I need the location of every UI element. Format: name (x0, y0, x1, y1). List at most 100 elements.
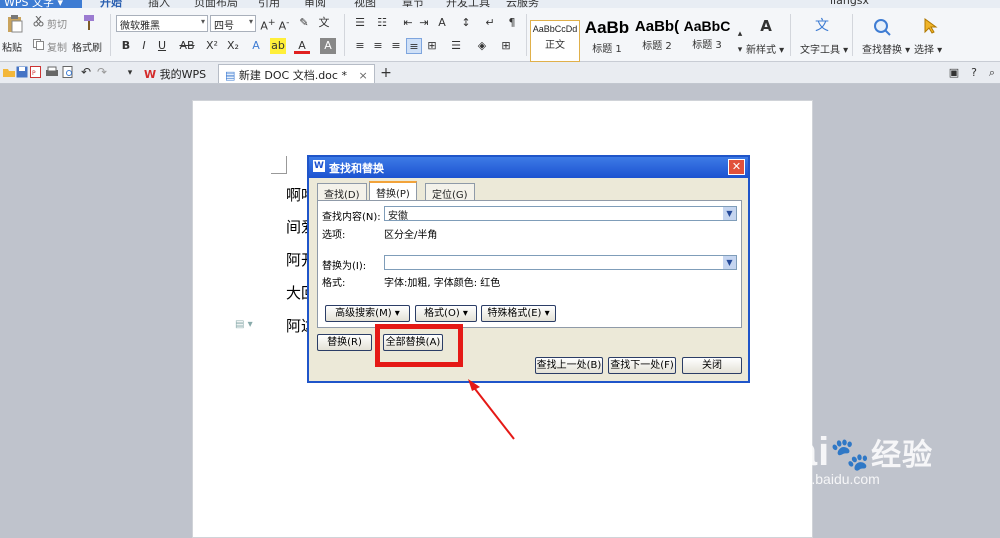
font-family-value: 微软雅黑 (120, 21, 160, 32)
phonetic-icon[interactable]: 文 (316, 15, 332, 31)
font-size-value: 四号 (214, 21, 234, 32)
strikethrough-icon[interactable]: AB (177, 38, 197, 54)
format-painter-icon[interactable] (80, 14, 96, 32)
paste-icon[interactable] (6, 14, 24, 34)
print-preview-icon[interactable] (62, 66, 74, 78)
app-menu-button[interactable]: WPS 文字 ▾ (0, 0, 82, 8)
cut-button[interactable]: 剪切 (47, 16, 67, 31)
new-style-button[interactable]: 新样式 ▾ (746, 41, 784, 56)
print-icon[interactable] (46, 66, 58, 78)
paragraph-mark-icon[interactable]: ¶ (504, 15, 520, 31)
text-tools-icon[interactable]: 文 (814, 18, 830, 34)
open-folder-icon[interactable] (3, 66, 15, 78)
search-icon[interactable]: ⌕ (984, 65, 1000, 81)
paw-icon: 🐾 (830, 436, 872, 472)
font-family-select[interactable]: 微软雅黑 ▾ (116, 15, 208, 32)
font-color-icon[interactable]: A (294, 38, 310, 54)
decrease-indent-icon[interactable]: ⇤ (400, 15, 416, 31)
shrink-font-icon[interactable]: A- (276, 15, 292, 33)
chevron-down-icon[interactable]: ▼ (723, 207, 736, 220)
text-tools-button[interactable]: 文字工具 ▾ (800, 41, 848, 56)
special-format-button[interactable]: 特殊格式(E) ▾ (481, 305, 556, 322)
justify-icon[interactable]: ≡ (406, 38, 422, 54)
style-normal[interactable]: AaBbCcDd 正文 (530, 20, 580, 62)
clear-format-icon[interactable]: ✎ (296, 15, 312, 31)
tab-references[interactable]: 引用 (258, 0, 280, 8)
bold-icon[interactable]: B (118, 38, 134, 54)
new-style-icon[interactable]: A (758, 18, 774, 34)
style-heading-1[interactable]: AaBb 标题 1 (582, 18, 632, 60)
find-next-button[interactable]: 查找下一处(F) (608, 357, 676, 374)
increase-indent-icon[interactable]: ⇥ (416, 15, 432, 31)
select-button[interactable]: 选择 ▾ (914, 41, 942, 56)
close-icon[interactable]: × (358, 69, 367, 82)
redo-icon[interactable]: ↷ (94, 64, 110, 80)
tab-new-doc[interactable]: ▤ 新建 DOC 文档.doc * × (218, 64, 375, 83)
distributed-icon[interactable]: ⊞ (424, 38, 440, 54)
tab-cloud[interactable]: 云服务 (506, 0, 539, 8)
show-marks-icon[interactable]: ↵ (482, 15, 498, 31)
find-input[interactable]: 安徽 ▼ (384, 206, 737, 222)
user-name[interactable]: liangsx (830, 0, 869, 7)
tab-goto[interactable]: 定位(G) (425, 183, 475, 201)
grow-font-icon[interactable]: A+ (260, 15, 276, 33)
find-previous-button[interactable]: 查找上一处(B) (535, 357, 603, 374)
ribbon-tab-strip: WPS 文字 ▾ 开始 插入 页面布局 引用 审阅 视图 章节 开发工具 云服务… (0, 0, 1000, 8)
copy-button[interactable]: 复制 (47, 39, 67, 54)
advanced-search-button[interactable]: 高级搜索(M) ▾ (325, 305, 410, 322)
border-icon[interactable]: ⊞ (498, 38, 514, 54)
style-heading-3[interactable]: AaBbC 标题 3 (682, 18, 732, 60)
line-spacing-icon[interactable]: ☰ (448, 38, 464, 54)
find-replace-button[interactable]: 查找替换 ▾ (862, 41, 910, 56)
tab-view[interactable]: 视图 (354, 0, 376, 8)
asian-layout-icon[interactable]: A (434, 15, 450, 31)
new-tab-button[interactable]: + (378, 65, 394, 81)
tab-chapter[interactable]: 章节 (402, 0, 424, 8)
superscript-icon[interactable]: X² (204, 38, 220, 54)
numbered-list-icon[interactable]: ☷ (374, 15, 390, 31)
sort-icon[interactable]: ↕ (458, 15, 474, 31)
align-left-icon[interactable]: ≡ (352, 38, 368, 54)
shading-icon[interactable]: ◈ (474, 38, 490, 54)
tab-developer[interactable]: 开发工具 (446, 0, 490, 8)
help-icon[interactable]: ? (966, 65, 982, 81)
export-pdf-icon[interactable]: P (30, 66, 42, 78)
tab-review[interactable]: 审阅 (304, 0, 326, 8)
cursor-icon[interactable] (924, 18, 938, 34)
align-center-icon[interactable]: ≡ (370, 38, 386, 54)
chevron-down-icon: ▾ (248, 17, 253, 26)
tab-home[interactable]: 开始 (100, 0, 122, 8)
dialog-close-button[interactable]: ✕ (728, 159, 745, 175)
tab-find[interactable]: 查找(D) (317, 183, 367, 201)
wps-logo-icon: W (144, 68, 157, 81)
tab-page-layout[interactable]: 页面布局 (194, 0, 238, 8)
dialog-titlebar[interactable]: W 查找和替换 ✕ (309, 157, 748, 178)
minimize-ribbon-icon[interactable]: ▣ (946, 65, 962, 81)
underline-icon[interactable]: U (154, 38, 170, 54)
paragraph-handle-icon[interactable]: ▤ ▾ (235, 319, 253, 330)
find-replace-icon[interactable] (873, 18, 891, 36)
replace-input[interactable]: ▼ (384, 255, 737, 270)
text-effect-icon[interactable]: A (248, 38, 264, 54)
align-right-icon[interactable]: ≡ (388, 38, 404, 54)
format-button[interactable]: 格式(O) ▾ (415, 305, 477, 322)
style-heading-2[interactable]: AaBb( 标题 2 (632, 18, 682, 60)
char-shading-icon[interactable]: A (320, 38, 336, 54)
font-size-select[interactable]: 四号 ▾ (210, 15, 256, 32)
style-preview: AaBbC (683, 18, 731, 34)
bullet-list-icon[interactable]: ☰ (352, 15, 368, 31)
paste-button[interactable]: 粘贴 (2, 39, 22, 54)
subscript-icon[interactable]: X₂ (225, 38, 241, 54)
italic-icon[interactable]: I (136, 38, 152, 54)
chevron-down-icon[interactable]: ▼ (723, 256, 736, 269)
format-painter-button[interactable]: 格式刷 (72, 39, 102, 54)
save-icon[interactable] (16, 66, 28, 78)
replace-button[interactable]: 替换(R) (317, 334, 372, 351)
tab-replace[interactable]: 替换(P) (369, 181, 417, 200)
tab-insert[interactable]: 插入 (148, 0, 170, 8)
style-gallery-scroll-icon[interactable]: ▴ ▾ (732, 26, 748, 55)
quick-access-menu-icon[interactable]: ▾ (122, 65, 138, 81)
highlight-icon[interactable]: ab (270, 38, 286, 54)
undo-icon[interactable]: ↶ (78, 64, 94, 80)
close-button[interactable]: 关闭 (682, 357, 742, 374)
